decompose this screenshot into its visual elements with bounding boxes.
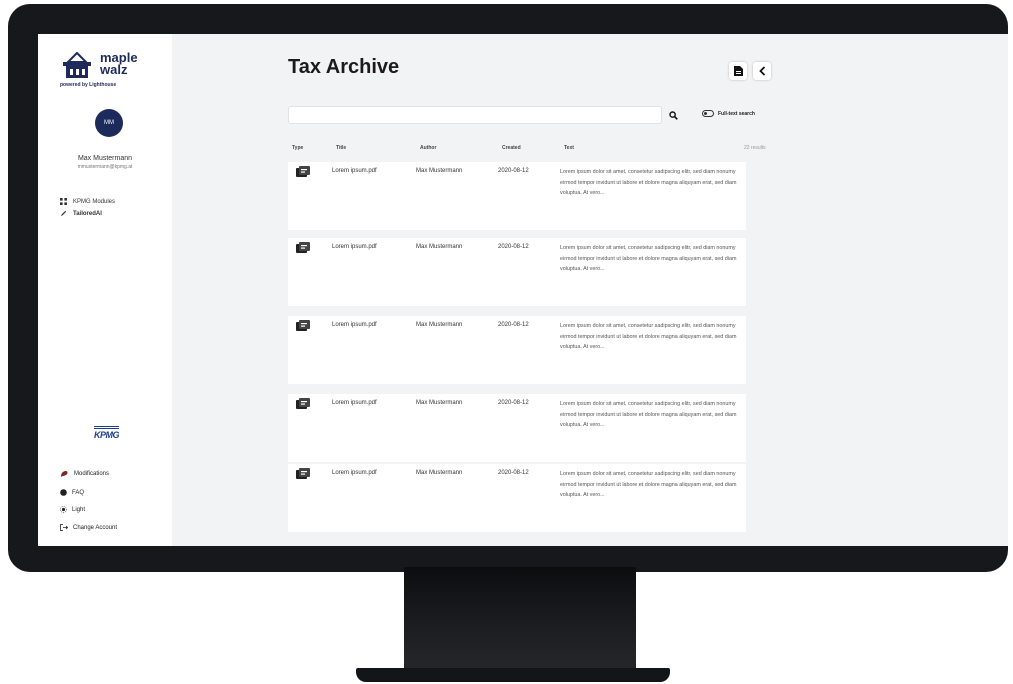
- basket-logo-icon: [63, 52, 91, 78]
- sidebar-item-faq[interactable]: FAQ: [60, 489, 84, 496]
- column-header-created[interactable]: Created: [502, 145, 521, 151]
- table-row[interactable]: Lorem ipsum.pdf Max Mustermann 2020-08-1…: [288, 162, 746, 230]
- sidebar-item-light[interactable]: Light: [60, 506, 85, 513]
- pdf-file-icon: [296, 166, 310, 177]
- kpmg-logo: KPMG: [94, 426, 120, 440]
- document-icon: [733, 66, 743, 76]
- pdf-file-icon: [296, 320, 310, 331]
- monitor-stand-foot: [356, 668, 670, 682]
- search-input[interactable]: [288, 106, 662, 124]
- row-created: 2020-08-12: [498, 400, 529, 406]
- row-title: Lorem ipsum.pdf: [332, 322, 377, 328]
- sidebar-item-label: Change Account: [73, 524, 118, 531]
- logout-icon: [60, 524, 68, 531]
- row-created: 2020-08-12: [498, 470, 529, 476]
- search-button[interactable]: [666, 106, 680, 124]
- flag-icon: [61, 471, 68, 477]
- row-author: Max Mustermann: [416, 244, 463, 250]
- collapse-button[interactable]: [753, 62, 771, 80]
- row-author: Max Mustermann: [416, 168, 463, 174]
- table-row[interactable]: Lorem ipsum.pdf Max Mustermann 2020-08-1…: [288, 316, 746, 384]
- app-screen: maple walz powered by Lighthouse MM Max …: [38, 34, 1008, 546]
- logo-wordmark: maple walz: [100, 50, 138, 77]
- row-text: Lorem ipsum dolor sit amet, consetetur s…: [560, 323, 737, 351]
- grid-icon: [60, 198, 67, 205]
- sidebar-item-change-account[interactable]: Change Account: [60, 524, 117, 531]
- help-icon: [60, 489, 67, 496]
- row-created: 2020-08-12: [498, 322, 529, 328]
- pdf-file-icon: [296, 468, 310, 479]
- fulltext-label: Full-text search: [718, 110, 755, 117]
- sidebar-item-tailoredai[interactable]: TailoredAI: [60, 210, 102, 217]
- user-email: mmustermann@kpmg.at: [77, 164, 133, 170]
- row-title: Lorem ipsum.pdf: [332, 168, 377, 174]
- sidebar-item-modifications[interactable]: Modifications: [60, 470, 109, 478]
- main-panel: Tax Archive Full-text search Type Title: [284, 34, 790, 546]
- row-title: Lorem ipsum.pdf: [332, 400, 377, 406]
- pdf-file-icon: [296, 398, 310, 409]
- user-name: Max Mustermann: [77, 155, 133, 162]
- column-header-type[interactable]: Type: [292, 145, 303, 151]
- search-icon: [668, 110, 678, 120]
- results-count: 22 results: [744, 145, 766, 151]
- sidebar-item-label: TailoredAI: [73, 210, 102, 217]
- row-created: 2020-08-12: [498, 244, 529, 250]
- save-button[interactable]: [729, 62, 747, 80]
- row-created: 2020-08-12: [498, 168, 529, 174]
- column-header-author[interactable]: Author: [420, 145, 436, 151]
- sidebar: maple walz powered by Lighthouse MM Max …: [38, 34, 172, 546]
- table-header: Type Title Author Created Text 22 result…: [288, 145, 790, 157]
- toggle-switch[interactable]: [702, 110, 714, 117]
- avatar[interactable]: MM: [95, 109, 123, 137]
- logo-tagline: powered by Lighthouse: [60, 82, 117, 88]
- sidebar-item-label: FAQ: [72, 489, 85, 496]
- sun-icon: [60, 506, 67, 513]
- row-text: Lorem ipsum dolor sit amet, consetetur s…: [560, 401, 737, 429]
- header-actions: [729, 62, 771, 80]
- sidebar-item-label: Light: [72, 506, 86, 513]
- monitor-stand-neck: [404, 567, 636, 671]
- table-row[interactable]: Lorem ipsum.pdf Max Mustermann 2020-08-1…: [288, 238, 746, 306]
- sidebar-item-label: KPMG Modules: [73, 198, 116, 205]
- page-title: Tax Archive: [288, 56, 400, 78]
- app-logo[interactable]: maple walz powered by Lighthouse: [60, 50, 170, 90]
- pdf-file-icon: [296, 242, 310, 253]
- chevron-left-icon: [758, 66, 765, 76]
- table-row[interactable]: Lorem ipsum.pdf Max Mustermann 2020-08-1…: [288, 464, 746, 532]
- monitor-bezel: maple walz powered by Lighthouse MM Max …: [8, 4, 1008, 572]
- sidebar-item-label: Modifications: [74, 471, 110, 477]
- pen-icon: [60, 210, 67, 217]
- row-title: Lorem ipsum.pdf: [332, 470, 377, 476]
- sidebar-item-kpmg-modules[interactable]: KPMG Modules: [60, 198, 115, 205]
- column-header-title[interactable]: Title: [336, 145, 346, 151]
- row-text: Lorem ipsum dolor sit amet, consetetur s…: [560, 471, 737, 499]
- row-author: Max Mustermann: [416, 322, 463, 328]
- row-text: Lorem ipsum dolor sit amet, consetetur s…: [560, 169, 737, 197]
- row-author: Max Mustermann: [416, 470, 463, 476]
- table-row[interactable]: Lorem ipsum.pdf Max Mustermann 2020-08-1…: [288, 394, 746, 462]
- column-header-text: Text: [564, 145, 574, 151]
- row-author: Max Mustermann: [416, 400, 463, 406]
- row-title: Lorem ipsum.pdf: [332, 244, 377, 250]
- fulltext-search-toggle[interactable]: Full-text search: [702, 110, 755, 117]
- row-text: Lorem ipsum dolor sit amet, consetetur s…: [560, 245, 737, 273]
